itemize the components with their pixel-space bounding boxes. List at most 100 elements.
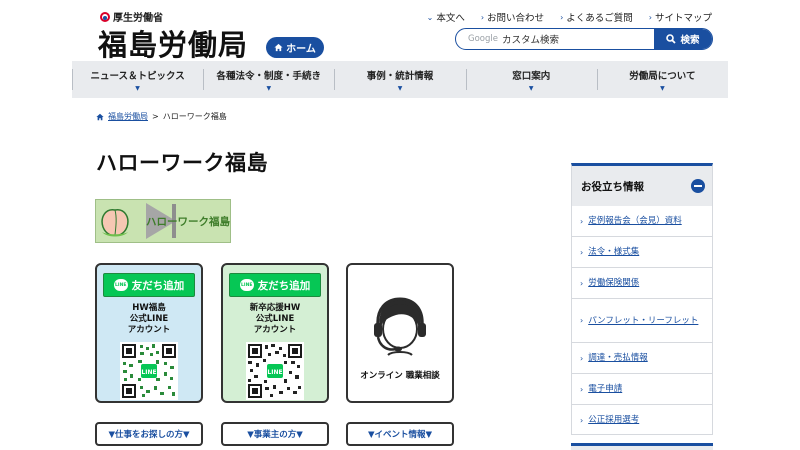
chevron-right-icon: › bbox=[580, 247, 584, 257]
chevron-right-icon: › bbox=[480, 12, 485, 22]
sidebar-item-press-materials[interactable]: › 定例報告会（会見）資料 bbox=[572, 206, 712, 237]
online-consultation-card[interactable]: オンライン 職業相談 bbox=[346, 263, 454, 403]
sidebar-item-fair-hiring[interactable]: › 公正採用選考 bbox=[572, 405, 712, 435]
sidebar-item-label: 労働保険関係 bbox=[588, 278, 640, 288]
nav-label: 労働局について bbox=[629, 70, 696, 82]
sidebar-item-pamphlets[interactable]: › パンフレット・リーフレット bbox=[572, 299, 712, 343]
collapse-icon[interactable] bbox=[691, 179, 705, 193]
link-skip-to-content[interactable]: ⌄ 本文へ bbox=[426, 10, 465, 25]
card-text-line: 公式LINE bbox=[255, 314, 295, 324]
job-seekers-section-button[interactable]: ▼仕事をお探しの方▼ bbox=[95, 422, 203, 446]
useful-info-sidebar: お役立ち情報 › 定例報告会（会見）資料 › 法令・様式集 › 労働保険関係 › パンフ… bbox=[571, 163, 713, 435]
nav-item-laws[interactable]: 各種法令・制度・手続き ▼ bbox=[203, 61, 334, 98]
breadcrumb-separator: > bbox=[152, 112, 159, 121]
sidebar-title: お役立ち情報 bbox=[581, 180, 644, 193]
chevron-right-icon: › bbox=[580, 415, 584, 425]
nav-label: 窓口案内 bbox=[512, 70, 551, 82]
global-nav: ニュース＆トピックス ▼ 各種法令・制度・手続き ▼ 事例・統計情報 ▼ 窓口案内 ▼ … bbox=[72, 61, 728, 98]
line-add-friend-button[interactable]: LINE 友だち追加 bbox=[103, 273, 195, 297]
sidebar-next-section bbox=[571, 443, 713, 450]
sidebar-item-label: 公正採用選考 bbox=[588, 415, 640, 425]
peach-mascot-icon bbox=[101, 209, 129, 237]
card-text-line: HW福島 bbox=[132, 303, 166, 313]
sidebar-item-e-application[interactable]: › 電子申請 bbox=[572, 374, 712, 405]
link-sitemap[interactable]: › サイトマップ bbox=[648, 10, 712, 25]
sidebar-item-label: 法令・様式集 bbox=[588, 247, 640, 257]
hellowork-banner[interactable]: ハローワーク福島 bbox=[95, 199, 231, 243]
nav-label: ニュース＆トピックス bbox=[90, 70, 185, 82]
qr-line-mark: LINE bbox=[267, 369, 282, 376]
sidebar-item-labor-insurance[interactable]: › 労働保険関係 bbox=[572, 268, 712, 299]
line-button-label: 友だち追加 bbox=[131, 279, 185, 292]
sidebar-item-label: パンフレット・リーフレット bbox=[588, 315, 699, 326]
home-button[interactable]: ホーム bbox=[266, 37, 324, 58]
sidebar-item-laws-forms[interactable]: › 法令・様式集 bbox=[572, 237, 712, 268]
line-icon: LINE bbox=[113, 279, 128, 291]
sidebar-header[interactable]: お役立ち情報 bbox=[572, 166, 712, 206]
breadcrumb-current: ハローワーク福島 bbox=[162, 112, 227, 121]
events-section-button[interactable]: ▼イベント情報▼ bbox=[346, 422, 454, 446]
ministry-mark-icon bbox=[100, 11, 110, 22]
google-brand: Google bbox=[468, 34, 498, 44]
qr-code-icon: LINE bbox=[246, 342, 304, 400]
chevron-right-icon: › bbox=[580, 384, 584, 394]
link-label: 本文へ bbox=[436, 13, 465, 24]
site-search: Google カスタム検索 検索 bbox=[455, 28, 713, 50]
card-text-line: アカウント bbox=[127, 325, 171, 335]
card-text: HW福島 公式LINE アカウント bbox=[128, 303, 171, 336]
nav-item-statistics[interactable]: 事例・統計情報 ▼ bbox=[334, 61, 465, 98]
home-icon bbox=[96, 113, 104, 120]
qr-code-icon: LINE bbox=[120, 342, 178, 400]
sidebar-item-label: 電子申請 bbox=[588, 384, 623, 394]
card-text-line: アカウント bbox=[253, 325, 297, 335]
caret-down-icon: ▼ bbox=[266, 84, 272, 92]
chevron-right-icon: › bbox=[580, 353, 584, 363]
line-account-card-hw-fukushima[interactable]: LINE 友だち追加 HW福島 公式LINE アカウント LINE bbox=[95, 263, 203, 403]
breadcrumb-home-link[interactable]: 福島労働局 bbox=[108, 111, 148, 122]
line-button-label: 友だち追加 bbox=[257, 279, 311, 292]
nav-label: 各種法令・制度・手続き bbox=[216, 70, 322, 82]
home-icon bbox=[274, 43, 283, 52]
chevron-right-icon: › bbox=[560, 12, 564, 22]
utility-links: ⌄ 本文へ › お問い合わせ › よくあるご質問 › サイトマップ bbox=[426, 10, 712, 25]
sidebar-item-label: 定例報告会（会見）資料 bbox=[588, 216, 682, 226]
qr-code: LINE bbox=[246, 342, 304, 400]
home-label: ホーム bbox=[286, 44, 316, 55]
breadcrumb: 福島労働局 > ハローワーク福島 bbox=[96, 111, 227, 122]
nav-item-about[interactable]: 労働局について ▼ bbox=[596, 61, 728, 98]
link-contact[interactable]: › お問い合わせ bbox=[480, 10, 545, 25]
employers-section-button[interactable]: ▼事業主の方▼ bbox=[221, 422, 329, 446]
nav-item-news[interactable]: ニュース＆トピックス ▼ bbox=[72, 61, 203, 98]
chevron-right-icon: › bbox=[580, 216, 584, 226]
line-account-card-new-graduate[interactable]: LINE 友だち追加 新卒応援HW 公式LINE アカウント LINE bbox=[221, 263, 329, 403]
sidebar-item-label: 調達・売払情報 bbox=[588, 353, 648, 363]
chevron-down-icon: ⌄ bbox=[426, 12, 434, 22]
page-title: ハローワーク福島 bbox=[96, 151, 268, 175]
card-text-line: 新卒応援HW bbox=[249, 303, 301, 313]
caret-down-icon: ▼ bbox=[135, 84, 140, 92]
chevron-right-icon: › bbox=[580, 278, 584, 288]
chevron-right-icon: › bbox=[580, 316, 584, 325]
link-label: よくあるご質問 bbox=[566, 13, 633, 24]
banner-text: ハローワーク福島 bbox=[146, 216, 230, 228]
search-button[interactable]: 検索 bbox=[654, 29, 712, 49]
search-icon bbox=[666, 34, 677, 44]
link-label: サイトマップ bbox=[654, 13, 712, 24]
link-faq[interactable]: › よくあるご質問 bbox=[560, 10, 633, 25]
site-title[interactable]: 福島労働局 bbox=[98, 22, 248, 64]
online-consultation-label: オンライン 職業相談 bbox=[360, 371, 440, 381]
card-text-line: 公式LINE bbox=[129, 314, 169, 324]
qr-code: LINE bbox=[120, 342, 178, 400]
chevron-right-icon: › bbox=[648, 12, 652, 22]
sidebar-item-procurement[interactable]: › 調達・売払情報 bbox=[572, 343, 712, 374]
caret-down-icon: ▼ bbox=[528, 84, 534, 92]
nav-item-offices[interactable]: 窓口案内 ▼ bbox=[465, 61, 597, 98]
line-add-friend-button[interactable]: LINE 友だち追加 bbox=[229, 273, 321, 297]
line-icon: LINE bbox=[239, 279, 254, 291]
caret-down-icon: ▼ bbox=[397, 84, 403, 92]
nav-label: 事例・統計情報 bbox=[366, 70, 434, 82]
search-input[interactable]: Google カスタム検索 bbox=[456, 29, 654, 49]
link-label: お問い合わせ bbox=[487, 13, 545, 24]
card-text: 新卒応援HW 公式LINE アカウント bbox=[250, 303, 301, 336]
search-placeholder: カスタム検索 bbox=[501, 35, 559, 46]
